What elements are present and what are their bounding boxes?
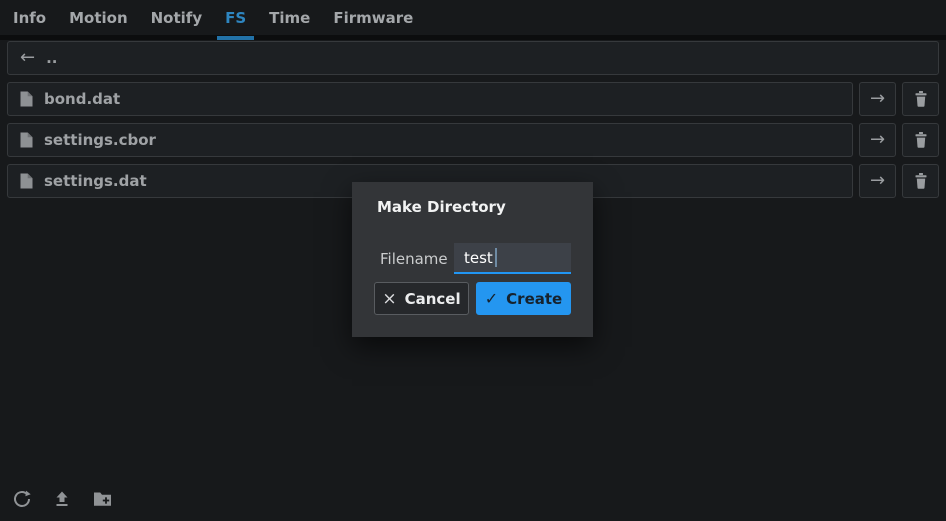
file-row: bond.dat →	[7, 82, 939, 116]
close-icon: ×	[382, 289, 396, 309]
arrow-left-icon: ←	[20, 49, 35, 67]
file-icon	[20, 91, 33, 107]
cancel-button-label: Cancel	[405, 290, 461, 308]
tab-info[interactable]: Info	[13, 0, 46, 35]
dialog-buttons: × Cancel ✓ Create	[374, 282, 571, 315]
delete-file-button[interactable]	[902, 82, 939, 116]
refresh-icon	[13, 490, 31, 508]
file-browser: ← .. bond.dat → settings.cbor → settin	[0, 40, 946, 198]
delete-file-button[interactable]	[902, 164, 939, 198]
trash-icon	[914, 173, 928, 189]
file-entry[interactable]: bond.dat	[7, 82, 853, 116]
file-icon	[20, 132, 33, 148]
refresh-button[interactable]	[13, 490, 31, 508]
trash-icon	[914, 132, 928, 148]
footer-toolbar	[13, 490, 112, 508]
arrow-right-icon: →	[870, 131, 885, 149]
create-button[interactable]: ✓ Create	[476, 282, 571, 315]
create-button-label: Create	[506, 290, 562, 308]
text-caret	[495, 248, 497, 267]
dialog-title: Make Directory	[377, 198, 571, 216]
filename-input[interactable]	[454, 243, 571, 272]
tab-bar: Info Motion Notify FS Time Firmware	[0, 0, 946, 40]
filename-field	[454, 243, 571, 274]
tab-notify[interactable]: Notify	[151, 0, 202, 35]
cancel-button[interactable]: × Cancel	[374, 282, 469, 315]
delete-file-button[interactable]	[902, 123, 939, 157]
filename-label: Filename	[380, 250, 448, 268]
filename-form-row: Filename	[374, 243, 571, 274]
file-row: settings.cbor →	[7, 123, 939, 157]
tab-fs[interactable]: FS	[225, 0, 246, 35]
open-file-button[interactable]: →	[859, 82, 896, 116]
arrow-right-icon: →	[870, 90, 885, 108]
tab-firmware[interactable]: Firmware	[333, 0, 413, 35]
open-file-button[interactable]: →	[859, 123, 896, 157]
new-folder-button[interactable]	[93, 491, 112, 507]
open-file-button[interactable]: →	[859, 164, 896, 198]
file-icon	[20, 173, 33, 189]
up-directory-row: ← ..	[7, 41, 939, 75]
file-name: settings.cbor	[44, 131, 156, 149]
upload-icon	[53, 490, 71, 508]
tab-motion[interactable]: Motion	[69, 0, 128, 35]
tab-time[interactable]: Time	[269, 0, 310, 35]
trash-icon	[914, 91, 928, 107]
file-name: bond.dat	[44, 90, 120, 108]
check-icon: ✓	[485, 289, 498, 308]
upload-button[interactable]	[53, 490, 71, 508]
new-folder-icon	[93, 491, 112, 507]
up-directory-label: ..	[46, 49, 57, 67]
make-directory-dialog: Make Directory Filename × Cancel ✓ Creat…	[352, 182, 593, 337]
file-name: settings.dat	[44, 172, 147, 190]
file-entry[interactable]: settings.cbor	[7, 123, 853, 157]
arrow-right-icon: →	[870, 172, 885, 190]
up-directory-button[interactable]: ← ..	[7, 41, 939, 75]
